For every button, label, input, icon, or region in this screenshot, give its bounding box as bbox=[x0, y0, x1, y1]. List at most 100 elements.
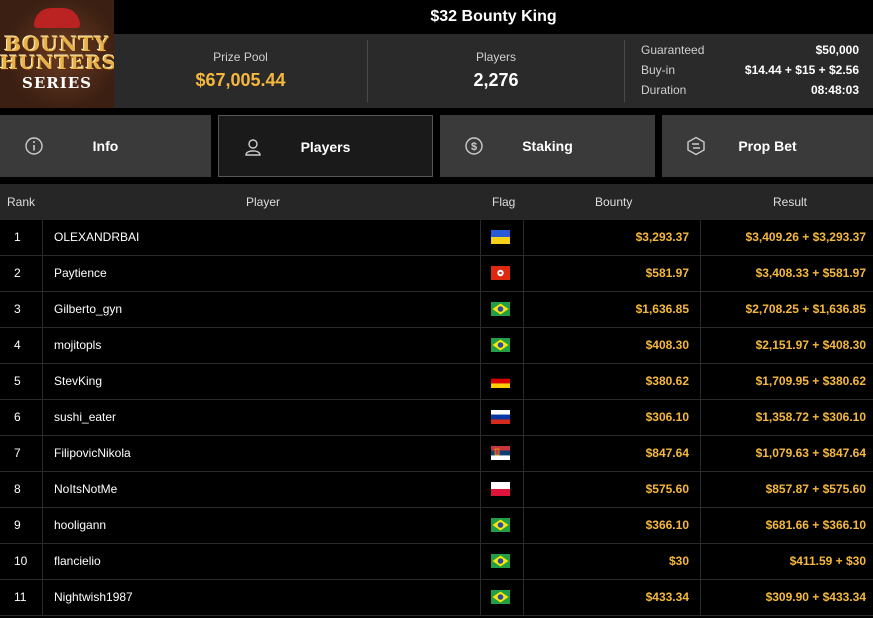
column-bounty[interactable]: Bounty bbox=[595, 184, 632, 220]
tab-prop-bet-label: Prop Bet bbox=[738, 138, 797, 154]
players-value: 2,276 bbox=[473, 70, 519, 90]
bounty-cell: $306.10 bbox=[645, 410, 689, 424]
player-name[interactable]: Nightwish1987 bbox=[54, 580, 133, 615]
tab-info[interactable]: Info bbox=[0, 115, 211, 177]
player-name[interactable]: Paytience bbox=[54, 256, 107, 291]
duration-row: Duration 08:48:03 bbox=[641, 80, 859, 100]
logo-text-line2: HUNTERS bbox=[0, 52, 114, 74]
player-name[interactable]: Gilberto_gyn bbox=[54, 292, 122, 327]
result-cell: $1,709.95 + $380.62 bbox=[755, 374, 866, 388]
table-row[interactable]: 10 flancielio $30 $411.59 + $30 bbox=[0, 544, 873, 580]
player-name[interactable]: flancielio bbox=[54, 544, 101, 579]
prize-pool-value: $67,005.44 bbox=[195, 70, 286, 90]
duration-value: 08:48:03 bbox=[810, 83, 859, 97]
column-separator bbox=[480, 544, 481, 579]
column-separator bbox=[42, 544, 43, 579]
column-player[interactable]: Player bbox=[246, 184, 280, 220]
brazil-flag-icon bbox=[491, 518, 510, 532]
result-cell: $1,358.72 + $306.10 bbox=[755, 410, 866, 424]
prize-pool-label: Prize Pool bbox=[213, 50, 268, 64]
players-label: Players bbox=[475, 50, 516, 64]
column-separator bbox=[42, 256, 43, 291]
player-name[interactable]: sushi_eater bbox=[54, 400, 116, 435]
germany-flag-icon bbox=[491, 374, 510, 388]
tab-prop-bet[interactable]: Prop Bet bbox=[662, 115, 873, 177]
column-separator bbox=[42, 508, 43, 543]
result-cell: $2,151.97 + $408.30 bbox=[755, 338, 866, 352]
table-row[interactable]: 6 sushi_eater $306.10 $1,358.72 + $306.10 bbox=[0, 400, 873, 436]
rank-cell: 2 bbox=[14, 266, 21, 280]
players-stat: Players 2,276 bbox=[368, 34, 624, 108]
bounty-cell: $3,293.37 bbox=[635, 230, 689, 244]
column-separator bbox=[480, 328, 481, 363]
column-separator bbox=[42, 328, 43, 363]
players-table: Rank Player Flag Bounty Result 1 OLEXANDR… bbox=[0, 184, 873, 616]
column-rank[interactable]: Rank bbox=[7, 184, 35, 220]
table-row[interactable]: 1 OLEXANDRBAI $3,293.37 $3,409.26 + $3,293.… bbox=[0, 220, 873, 256]
column-separator bbox=[480, 400, 481, 435]
player-name[interactable]: NoItsNotMe bbox=[54, 472, 117, 507]
player-name[interactable]: OLEXANDRBAI bbox=[54, 220, 139, 255]
bounty-cell: $408.30 bbox=[645, 338, 689, 352]
bounty-cell: $380.62 bbox=[645, 374, 689, 388]
guaranteed-label: Guaranteed bbox=[641, 43, 705, 57]
result-cell: $3,409.26 + $3,293.37 bbox=[745, 230, 866, 244]
table-row[interactable]: 9 hooligann $366.10 $681.66 + $366.10 bbox=[0, 508, 873, 544]
column-separator bbox=[42, 364, 43, 399]
table-row[interactable]: 2 Paytience $581.97 $3,408.33 + $581.97 bbox=[0, 256, 873, 292]
tab-players[interactable]: Players bbox=[218, 115, 433, 177]
hong-kong-flag-icon bbox=[491, 266, 510, 280]
bounty-cell: $581.97 bbox=[645, 266, 689, 280]
bounty-cell: $1,636.85 bbox=[635, 302, 689, 316]
player-name[interactable]: mojitopls bbox=[54, 328, 101, 363]
table-row[interactable]: 7 FilipovicNikola $847.64 $1,079.63 + $847.… bbox=[0, 436, 873, 472]
brazil-flag-icon bbox=[491, 590, 510, 604]
bounty-hunters-logo: BOUNTY HUNTERS SERIES bbox=[0, 0, 114, 108]
column-result[interactable]: Result bbox=[773, 184, 807, 220]
ukraine-flag-icon bbox=[491, 230, 510, 244]
table-row[interactable]: 11 Nightwish1987 $433.34 $309.90 + $433.34 bbox=[0, 580, 873, 616]
rank-cell: 1 bbox=[14, 230, 21, 244]
player-name[interactable]: hooligann bbox=[54, 508, 106, 543]
brazil-flag-icon bbox=[491, 554, 510, 568]
column-separator bbox=[480, 256, 481, 291]
rank-cell: 10 bbox=[14, 554, 28, 568]
result-cell: $857.87 + $575.60 bbox=[765, 482, 866, 496]
result-cell: $2,708.25 + $1,636.85 bbox=[745, 302, 866, 316]
column-separator bbox=[480, 292, 481, 327]
russia-flag-icon bbox=[491, 410, 510, 424]
column-separator bbox=[42, 580, 43, 615]
player-name[interactable]: StevKing bbox=[54, 364, 102, 399]
tab-players-label: Players bbox=[300, 139, 351, 155]
bounty-cell: $366.10 bbox=[645, 518, 689, 532]
column-separator bbox=[480, 580, 481, 615]
guaranteed-value: $50,000 bbox=[815, 43, 859, 57]
tournament-header: BOUNTY HUNTERS SERIES $32 Bounty King Pr… bbox=[0, 0, 873, 108]
buy-in-label: Buy-in bbox=[641, 63, 676, 77]
hat-graphic bbox=[34, 8, 80, 28]
column-separator bbox=[42, 436, 43, 471]
prize-pool-stat: Prize Pool $67,005.44 bbox=[114, 34, 367, 108]
column-separator bbox=[480, 472, 481, 507]
stats-panel: Prize Pool $67,005.44 Players 2,276 Guar… bbox=[114, 34, 873, 108]
table-row[interactable]: 5 StevKing $380.62 $1,709.95 + $380.62 bbox=[0, 364, 873, 400]
rank-cell: 7 bbox=[14, 446, 21, 460]
rank-cell: 11 bbox=[14, 590, 27, 604]
table-row[interactable]: 4 mojitopls $408.30 $2,151.97 + $408.30 bbox=[0, 328, 873, 364]
player-name[interactable]: FilipovicNikola bbox=[54, 436, 131, 471]
result-cell: $3,408.33 + $581.97 bbox=[755, 266, 866, 280]
rank-cell: 5 bbox=[14, 374, 21, 388]
column-separator bbox=[42, 292, 43, 327]
stat-divider bbox=[624, 40, 625, 102]
bounty-cell: $433.34 bbox=[645, 590, 689, 604]
serbia-flag-icon bbox=[491, 446, 510, 460]
tab-bar: Info Players $ Staking Prop Bet bbox=[0, 115, 873, 177]
brazil-flag-icon bbox=[491, 338, 510, 352]
table-row[interactable]: 8 NoItsNotMe $575.60 $857.87 + $575.60 bbox=[0, 472, 873, 508]
column-flag[interactable]: Flag bbox=[492, 184, 515, 220]
tab-staking[interactable]: $ Staking bbox=[440, 115, 655, 177]
column-separator bbox=[480, 508, 481, 543]
poland-flag-icon bbox=[491, 482, 510, 496]
result-cell: $411.59 + $30 bbox=[789, 554, 866, 568]
table-row[interactable]: 3 Gilberto_gyn $1,636.85 $2,708.25 + $1,636… bbox=[0, 292, 873, 328]
